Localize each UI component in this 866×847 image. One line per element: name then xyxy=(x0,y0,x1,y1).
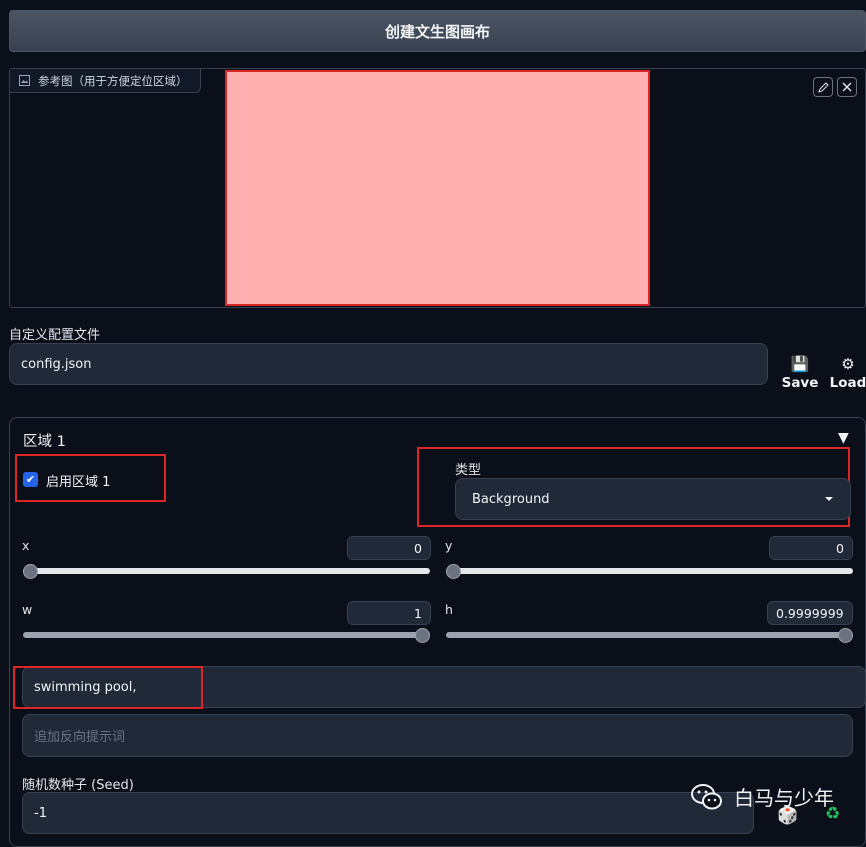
seed-input[interactable]: -1 xyxy=(22,792,754,834)
seed-label: 随机数种子 (Seed) xyxy=(22,778,134,793)
enable-region-checkbox[interactable]: ✔ xyxy=(23,472,38,487)
x-label: x xyxy=(22,538,30,553)
w-label: w xyxy=(22,602,33,617)
h-slider-thumb[interactable] xyxy=(838,628,853,643)
reference-canvas[interactable] xyxy=(225,70,650,306)
edit-button[interactable] xyxy=(813,77,833,97)
config-file-input[interactable]: config.json xyxy=(9,343,768,385)
enable-region-label[interactable]: 启用区域 1 xyxy=(46,471,110,490)
collapse-triangle-icon[interactable]: ▼ xyxy=(838,430,849,446)
checkmark-icon: ✔ xyxy=(25,473,36,486)
region-title[interactable]: 区域 1 xyxy=(23,430,66,451)
w-slider-track[interactable] xyxy=(23,632,430,638)
clear-button[interactable] xyxy=(837,77,857,97)
config-file-label: 自定义配置文件 xyxy=(9,328,101,343)
y-slider-track[interactable] xyxy=(446,568,853,574)
reference-image-tab: 参考图（用于方便定位区域） xyxy=(10,69,201,93)
watermark-text: 白马与少年 xyxy=(734,786,834,810)
create-canvas-label: 创建文生图画布 xyxy=(384,22,490,41)
type-label: 类型 xyxy=(455,463,482,478)
load-button[interactable]: ⚙ Load xyxy=(828,355,866,391)
type-select-value: Background xyxy=(472,491,550,507)
floppy-disk-icon: 💾 xyxy=(790,355,810,373)
highlight-box-prompt xyxy=(13,666,203,709)
w-number-input[interactable]: 1 xyxy=(347,601,431,625)
y-slider-thumb[interactable] xyxy=(446,564,461,579)
pencil-icon xyxy=(817,81,829,93)
gear-icon: ⚙ xyxy=(841,355,855,373)
close-icon xyxy=(842,82,852,92)
h-number-input[interactable]: 0.9999999 xyxy=(767,601,853,625)
x-slider-thumb[interactable] xyxy=(23,564,38,579)
create-canvas-button[interactable]: 创建文生图画布 xyxy=(9,10,866,52)
y-number-input[interactable]: 0 xyxy=(769,536,853,560)
y-label: y xyxy=(445,538,453,553)
h-slider-track[interactable] xyxy=(446,632,853,638)
h-label: h xyxy=(445,602,453,617)
watermark: 白马与少年 xyxy=(690,782,834,811)
x-slider-track[interactable] xyxy=(23,568,430,574)
w-slider-thumb[interactable] xyxy=(415,628,430,643)
x-number-input[interactable]: 0 xyxy=(347,536,431,560)
negative-prompt-input[interactable]: 追加反向提示词 xyxy=(22,714,853,757)
image-icon xyxy=(19,75,30,86)
caret-down-icon xyxy=(825,497,833,501)
save-button[interactable]: 💾 Save xyxy=(780,355,820,391)
load-label: Load xyxy=(829,375,866,391)
type-select[interactable]: Background xyxy=(455,478,851,520)
reference-image-label: 参考图（用于方便定位区域） xyxy=(38,73,188,88)
save-label: Save xyxy=(781,375,819,391)
wechat-logo-icon xyxy=(691,783,722,809)
